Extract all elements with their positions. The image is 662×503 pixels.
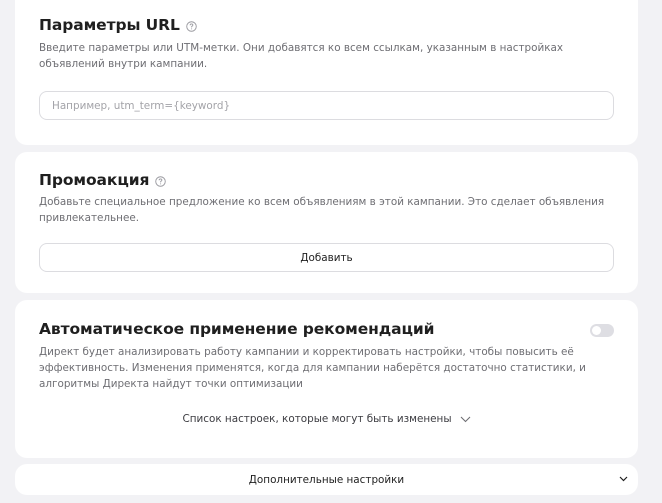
settings-list-toggle[interactable]: Список настроек, которые могут быть изме… xyxy=(15,413,638,425)
auto-recommendations-card: Автоматическое применение рекомендаций Д… xyxy=(15,300,638,458)
help-icon[interactable] xyxy=(155,175,167,187)
extra-settings-card[interactable]: Дополнительные настройки xyxy=(15,464,638,495)
url-params-title-row: Параметры URL xyxy=(39,16,197,34)
promo-description: Добавьте специальное предложение ко всем… xyxy=(39,196,605,224)
chevron-down-icon xyxy=(619,476,628,482)
promo-title: Промоакция xyxy=(39,171,150,189)
url-params-card: Параметры URL Введите параметры или UTM-… xyxy=(15,0,638,145)
auto-recommendations-toggle[interactable] xyxy=(590,324,614,337)
chevron-down-icon xyxy=(460,416,470,422)
toggle-knob xyxy=(592,326,601,335)
url-params-input[interactable] xyxy=(39,91,614,120)
auto-recommendations-description: Директ будет анализировать работу кампан… xyxy=(39,346,586,390)
settings-list-label: Список настроек, которые могут быть изме… xyxy=(182,413,452,425)
promo-title-row: Промоакция xyxy=(39,171,167,189)
add-promo-button[interactable]: Добавить xyxy=(39,243,614,272)
extra-settings-label: Дополнительные настройки xyxy=(248,473,405,486)
url-params-title: Параметры URL xyxy=(39,16,180,34)
url-params-description: Введите параметры или UTM-метки. Они доб… xyxy=(39,42,564,70)
promo-card: Промоакция Добавьте специальное предложе… xyxy=(15,152,638,293)
auto-recommendations-title: Автоматическое применение рекомендаций xyxy=(39,320,435,338)
help-icon[interactable] xyxy=(186,20,197,32)
